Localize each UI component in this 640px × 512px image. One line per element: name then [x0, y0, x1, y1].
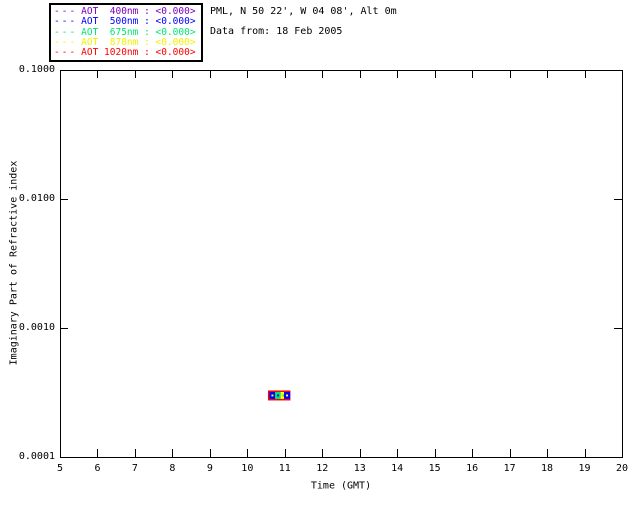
y-tick-label: 0.0001: [18, 451, 55, 462]
x-tick-label: 8: [169, 463, 176, 474]
x-axis-title: Time (GMT): [310, 480, 372, 492]
x-tick-label: 10: [241, 463, 254, 474]
y-tick-label: 0.1000: [18, 64, 55, 75]
plot-frame: [60, 70, 623, 458]
data-marker-dot: [277, 394, 280, 397]
x-tick-label: 19: [578, 463, 591, 474]
x-tick-label: 15: [428, 463, 441, 474]
x-tick-label: 14: [391, 463, 404, 474]
x-tick-label: 13: [353, 463, 366, 474]
x-tick-label: 17: [503, 463, 516, 474]
data-marker-dot: [271, 394, 274, 397]
x-tick-label: 5: [56, 463, 64, 474]
x-tick-label: 12: [316, 463, 329, 474]
plot-area: [60, 70, 623, 458]
x-tick-label: 18: [541, 463, 554, 474]
y-axis-title: Imaginary Part of Refractive index: [8, 160, 20, 366]
data-marker-dot: [286, 394, 289, 397]
plot-canvas: --- AOT 400nm : <0.000> --- AOT 500nm : <0.…: [0, 0, 640, 512]
x-tick-label: 7: [131, 463, 138, 474]
x-tick-label: 20: [615, 463, 629, 474]
x-tick-label: 9: [206, 463, 213, 474]
x-tick-label: 16: [466, 463, 479, 474]
x-tick-label: 11: [278, 463, 291, 474]
x-tick-label: 6: [94, 463, 101, 474]
